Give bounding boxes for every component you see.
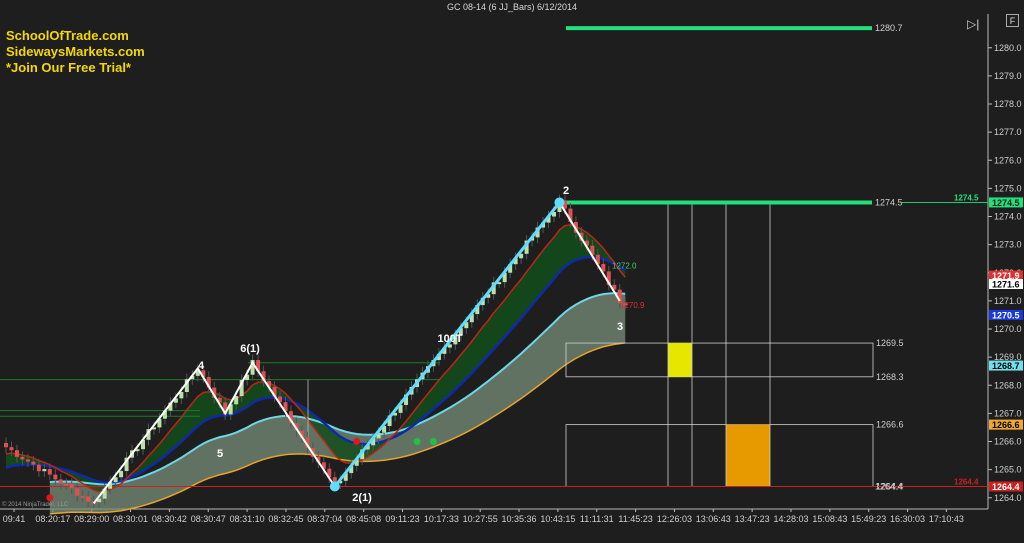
level-1280-label: 1280.7 xyxy=(875,23,903,33)
y-tick-label: 1265.0 xyxy=(994,465,1022,475)
wave-label: 2(1) xyxy=(352,492,372,504)
candle-body xyxy=(25,459,30,462)
wave-label: 4 xyxy=(198,360,205,372)
y-tick-label: 1264.0 xyxy=(994,493,1022,503)
x-tick-label: 08:20:17 xyxy=(35,514,70,524)
candle-body xyxy=(80,495,85,498)
candle-body xyxy=(58,479,63,484)
x-tick-label: 08:30:42 xyxy=(152,514,187,524)
y-tick-label: 1268.0 xyxy=(994,380,1022,390)
x-tick-label: 08:30:47 xyxy=(191,514,226,524)
support-label: 1264.4 xyxy=(875,482,903,492)
level-1274-label: 1274.5 xyxy=(875,197,903,207)
candle-body xyxy=(9,447,14,451)
signal-dot xyxy=(413,438,421,445)
x-tick-label: 09:41 xyxy=(3,514,26,524)
format-button[interactable]: F xyxy=(1006,14,1019,27)
candle-body xyxy=(14,450,19,457)
y-tick-label: 1276.0 xyxy=(994,155,1022,165)
price-marker-label: 1270.5 xyxy=(992,310,1020,320)
zone-box xyxy=(565,424,874,487)
price-marker-label: 1271.6 xyxy=(992,280,1020,290)
wave-label: 3 xyxy=(617,321,623,333)
candle-body xyxy=(36,464,41,472)
level-1274-right-label: 1274.5 xyxy=(954,193,979,202)
x-tick-label: 13:47:23 xyxy=(735,514,770,524)
orange-zone xyxy=(726,424,770,487)
candle-body xyxy=(4,442,8,448)
promo-line-1[interactable]: SchoolOfTrade.com xyxy=(6,28,129,44)
price-marker-label: 1264.4 xyxy=(992,482,1020,492)
x-tick-label: 08:30:01 xyxy=(113,514,148,524)
wave-label: 6(1) xyxy=(240,343,260,355)
y-tick-label: 1277.0 xyxy=(994,127,1022,137)
y-tick-label: 1278.0 xyxy=(994,99,1022,109)
x-tick-label: 08:45:08 xyxy=(346,514,381,524)
candle-body xyxy=(64,483,69,486)
y-tick-label: 1280.0 xyxy=(994,43,1022,53)
price-marker-label: 1274.5 xyxy=(992,198,1020,208)
x-tick-label: 10:27:55 xyxy=(463,514,498,524)
x-tick-label: 10:17:33 xyxy=(424,514,459,524)
y-tick-label: 1267.0 xyxy=(994,408,1022,418)
x-tick-label: 09:11:23 xyxy=(385,514,419,524)
inline-price-below: 1270.9 xyxy=(620,301,645,310)
candle-body xyxy=(53,474,58,480)
x-tick-label: 08:31:10 xyxy=(230,514,265,524)
signal-dot xyxy=(429,438,437,445)
x-tick-label: 10:43:15 xyxy=(540,514,575,524)
yellow-zone xyxy=(668,343,692,377)
price-marker-label: 1266.6 xyxy=(992,420,1020,430)
zone-top-label: 1266.6 xyxy=(876,420,904,430)
y-tick-label: 1266.0 xyxy=(994,437,1022,447)
candle-body xyxy=(119,471,124,478)
candle-body xyxy=(31,461,36,465)
x-tick-label: 10:35:36 xyxy=(502,514,537,524)
copyright-text: © 2014 NinjaTrader, LLC xyxy=(2,501,69,508)
y-tick-label: 1271.0 xyxy=(994,296,1022,306)
candle-body xyxy=(86,496,91,502)
pivot-high-dot xyxy=(554,197,565,208)
x-tick-label: 11:11:31 xyxy=(580,514,614,524)
candle-body xyxy=(47,469,52,475)
y-tick-label: 1275.0 xyxy=(994,183,1022,193)
candle-body xyxy=(75,488,80,496)
wave-label: 100T xyxy=(437,333,462,345)
y-tick-label: 1270.0 xyxy=(994,324,1022,334)
x-tick-label: 08:29:00 xyxy=(74,514,109,524)
inline-price-above: 1272.0 xyxy=(612,262,637,271)
y-tick-label: 1273.0 xyxy=(994,240,1022,250)
x-tick-label: 14:28:03 xyxy=(773,514,808,524)
zone-top-label: 1269.5 xyxy=(876,338,904,348)
x-tick-label: 17:10:43 xyxy=(929,514,964,524)
x-tick-label: 08:37:04 xyxy=(307,514,342,524)
y-tick-label: 1274.0 xyxy=(994,212,1022,222)
x-tick-label: 16:30:03 xyxy=(890,514,925,524)
x-tick-label: 08:32:45 xyxy=(268,514,303,524)
promo-line-3[interactable]: *Join Our Free Trial* xyxy=(6,60,131,76)
price-chart[interactable]: 1264.01265.01266.01267.01268.01269.01270… xyxy=(0,0,1024,543)
candle-body xyxy=(20,456,25,460)
x-tick-label: 11:45:23 xyxy=(618,514,652,524)
y-tick-label: 1279.0 xyxy=(994,71,1022,81)
zone-bottom-label: 1268.3 xyxy=(876,372,904,382)
support-right-label: 1264.4 xyxy=(954,478,979,487)
wave-label: 5 xyxy=(217,448,223,460)
x-tick-label: 15:08:43 xyxy=(812,514,847,524)
promo-line-2[interactable]: SidewaysMarkets.com xyxy=(6,44,145,60)
signal-dot xyxy=(46,494,54,502)
signal-dot xyxy=(353,438,361,445)
x-tick-label: 13:06:43 xyxy=(696,514,731,524)
play-pause-icon[interactable]: ▷| xyxy=(967,18,979,30)
zone-box xyxy=(565,342,874,378)
candle-body xyxy=(69,483,74,489)
pivot-low-dot xyxy=(329,481,340,492)
candle-body xyxy=(42,469,47,472)
x-tick-label: 15:49:23 xyxy=(851,514,886,524)
wave-label: 2 xyxy=(563,185,569,197)
x-tick-label: 12:26:03 xyxy=(657,514,692,524)
price-marker-label: 1268.7 xyxy=(992,361,1020,371)
